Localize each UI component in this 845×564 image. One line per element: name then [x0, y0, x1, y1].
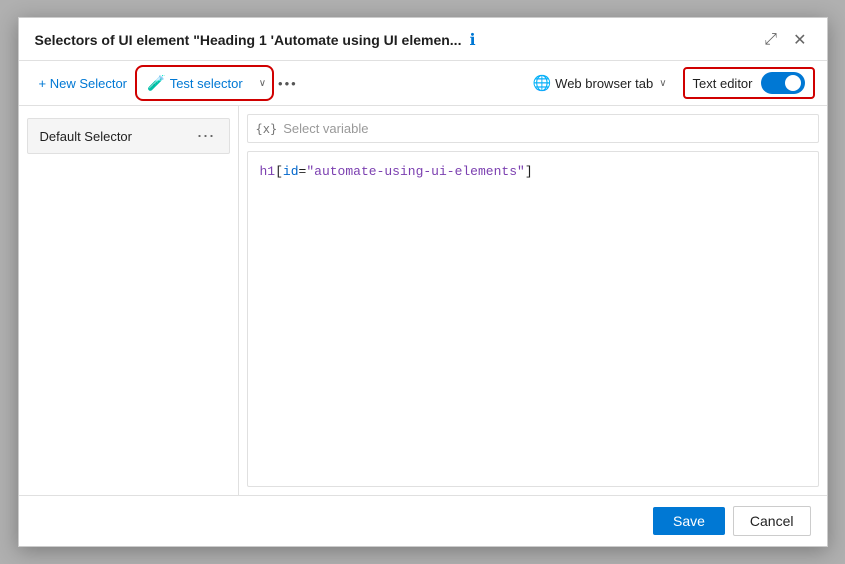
save-button[interactable]: Save — [653, 507, 725, 535]
footer: Save Cancel — [19, 495, 827, 546]
variable-icon: {x} — [256, 122, 278, 136]
title-bar: Selectors of UI element "Heading 1 'Auto… — [19, 18, 827, 61]
close-icon: ✕ — [793, 30, 806, 50]
code-equals: = — [299, 164, 307, 179]
selectors-dialog: Selectors of UI element "Heading 1 'Auto… — [18, 17, 828, 547]
text-editor-toggle[interactable] — [761, 72, 805, 94]
test-selector-icon: 🧪 — [147, 74, 166, 92]
browser-tab-chevron-icon: ∨ — [659, 78, 666, 89]
text-editor-label: Text editor — [693, 76, 753, 91]
more-options-button[interactable]: ••• — [274, 74, 302, 93]
code-bracket-open: [ — [275, 164, 283, 179]
new-selector-label: + New Selector — [39, 76, 128, 91]
selector-more-button[interactable]: ⋯ — [195, 127, 217, 145]
browser-tab-button[interactable]: 🌐 Web browser tab ∨ — [524, 69, 674, 97]
resize-button[interactable]: ⤢ — [760, 29, 781, 51]
test-selector-chevron-icon[interactable]: ∨ — [255, 74, 270, 93]
variable-bar: {x} Select variable — [247, 114, 819, 143]
resize-icon: ⤢ — [764, 31, 777, 49]
code-bracket-close: ] — [525, 164, 533, 179]
code-attr-name: id — [283, 164, 299, 179]
code-line: h1 [ id = " automate-using-ui-elements "… — [260, 164, 806, 179]
info-icon[interactable]: ℹ — [469, 30, 475, 50]
title-left: Selectors of UI element "Heading 1 'Auto… — [35, 30, 476, 50]
test-selector-group: 🧪 Test selector ∨ — [139, 69, 270, 97]
browser-tab-label: Web browser tab — [555, 76, 653, 91]
test-selector-label: Test selector — [170, 76, 243, 91]
globe-icon: 🌐 — [532, 74, 551, 92]
new-selector-button[interactable]: + New Selector — [31, 71, 136, 96]
code-editor[interactable]: h1 [ id = " automate-using-ui-elements "… — [247, 151, 819, 487]
default-selector-label: Default Selector — [40, 129, 133, 144]
main-content: Default Selector ⋯ {x} Select variable h… — [19, 106, 827, 495]
toggle-slider — [761, 72, 805, 94]
code-attr-value: automate-using-ui-elements — [314, 164, 517, 179]
sidebar: Default Selector ⋯ — [19, 106, 239, 495]
dialog-title: Selectors of UI element "Heading 1 'Auto… — [35, 32, 462, 48]
text-editor-group: Text editor — [683, 67, 815, 99]
toolbar-right: 🌐 Web browser tab ∨ Text editor — [524, 67, 814, 99]
editor-area: {x} Select variable h1 [ id = " automate… — [239, 106, 827, 495]
close-button[interactable]: ✕ — [789, 28, 810, 52]
select-variable-placeholder[interactable]: Select variable — [283, 121, 368, 136]
toolbar: + New Selector 🧪 Test selector ∨ ••• 🌐 W… — [19, 61, 827, 106]
test-selector-button[interactable]: 🧪 Test selector — [139, 69, 251, 97]
title-actions: ⤢ ✕ — [760, 28, 810, 52]
code-tag: h1 — [260, 164, 276, 179]
default-selector-item[interactable]: Default Selector ⋯ — [27, 118, 230, 154]
code-quote-open: " — [306, 164, 314, 179]
cancel-button[interactable]: Cancel — [733, 506, 811, 536]
code-quote-close: " — [517, 164, 525, 179]
